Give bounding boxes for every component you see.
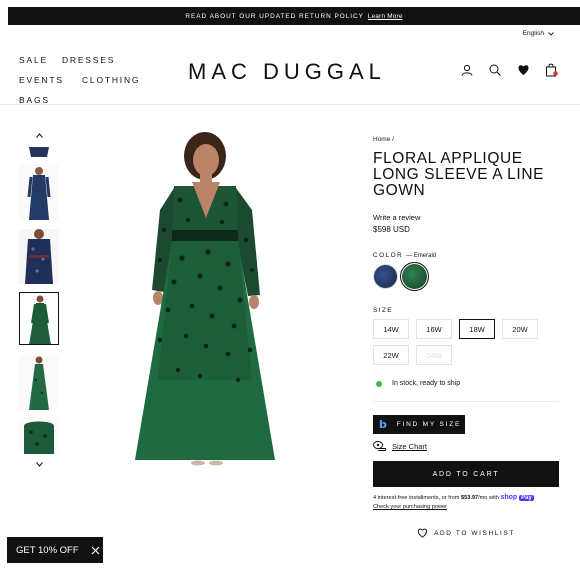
bag-icon[interactable]	[544, 63, 558, 77]
size-option-16w[interactable]: 16W	[416, 319, 452, 339]
breadcrumb[interactable]: Home /	[373, 136, 563, 143]
thumbnail-4[interactable]	[19, 292, 59, 345]
brand-logo[interactable]: MAC DUGGAL	[188, 59, 386, 85]
size-label: SIZE	[373, 307, 394, 314]
chevron-down-icon	[35, 462, 43, 467]
promo-popup[interactable]: GET 10% OFF	[7, 537, 103, 563]
product-title: FLORAL APPLIQUE LONG SLEEVE A LINE GOWN	[373, 150, 545, 199]
thumbnail-5[interactable]	[19, 355, 59, 410]
stock-text: In stock, ready to ship	[392, 380, 461, 387]
size-chart-row[interactable]: Size Chart	[373, 441, 563, 451]
chevron-up-icon	[35, 133, 43, 138]
thumbnail-3[interactable]	[19, 229, 59, 284]
size-option-20w[interactable]: 20W	[502, 319, 538, 339]
wishlist-label: ADD TO WISHLIST	[434, 529, 515, 537]
thumbnail-2[interactable]	[19, 165, 59, 220]
installments-suffix: /mo with	[478, 495, 499, 501]
find-my-size-label: FIND MY SIZE	[396, 421, 462, 428]
add-to-cart-button[interactable]: ADD TO CART	[373, 461, 559, 487]
user-icon[interactable]	[460, 63, 474, 77]
nav-item-dresses[interactable]: DRESSES	[62, 55, 115, 65]
tape-measure-icon	[373, 441, 386, 451]
installments-info: 4 interest-free installments, or from $5…	[373, 493, 563, 512]
search-icon[interactable]	[488, 63, 502, 77]
write-review-link[interactable]: Write a review	[373, 213, 563, 222]
swatch-navy[interactable]	[373, 264, 398, 289]
language-selector[interactable]: English	[523, 30, 554, 37]
swatch-emerald[interactable]	[400, 262, 429, 291]
product-price: $598 USD	[373, 225, 410, 234]
nav-item-events[interactable]: EVENTS	[19, 75, 64, 85]
thumb-prev-button[interactable]	[18, 131, 60, 140]
heart-outline-icon	[418, 528, 428, 538]
promo-text: GET 10% OFF	[16, 544, 79, 556]
header-divider	[0, 104, 580, 105]
size-option-14w[interactable]: 14W	[373, 319, 409, 339]
nav-item-sale[interactable]: SALE	[19, 55, 48, 65]
installments-amount: $53.97	[460, 495, 479, 501]
language-label: English	[522, 30, 544, 37]
find-my-size-button[interactable]: b FIND MY SIZE	[373, 415, 465, 434]
color-swatches	[373, 262, 563, 291]
thumbnail-1[interactable]	[19, 146, 59, 158]
size-option-24w: 24W	[416, 345, 452, 365]
shop-pay-shop: shop	[500, 494, 518, 501]
announcement-bar: READ ABOUT OUR UPDATED RETURN POLICY Lea…	[8, 7, 580, 25]
purchasing-power-link[interactable]: Check your purchasing power	[373, 504, 447, 510]
size-options: 14W 16W 18W 20W 22W 24W	[373, 319, 553, 365]
color-label-row: COLOR — Emerald	[373, 252, 563, 259]
b-logo-icon: b	[379, 418, 389, 431]
size-chart-link: Size Chart	[392, 441, 428, 451]
main-product-image	[130, 130, 280, 470]
size-option-18w[interactable]: 18W	[459, 319, 495, 339]
add-to-wishlist-button[interactable]: ADD TO WISHLIST	[373, 528, 559, 538]
shop-pay-pay: Pay	[519, 495, 534, 501]
shop-pay-logo-icon: shop Pay	[500, 494, 534, 501]
info-divider	[373, 401, 559, 402]
product-info: Home / FLORAL APPLIQUE LONG SLEEVE A LIN…	[373, 136, 563, 538]
chevron-down-icon	[548, 31, 554, 36]
color-selected-name: — Emerald	[406, 253, 437, 259]
stock-status: In stock, ready to ship	[376, 380, 563, 387]
close-icon[interactable]	[91, 546, 100, 555]
color-label: COLOR	[373, 252, 404, 259]
announcement-text: READ ABOUT OUR UPDATED RETURN POLICY	[185, 12, 364, 20]
heart-icon[interactable]	[516, 63, 530, 77]
learn-more-link[interactable]: Learn More	[368, 13, 403, 20]
in-stock-dot-icon	[376, 380, 382, 387]
installments-prefix: 4 interest-free installments, or from	[373, 495, 460, 501]
header-icons	[460, 63, 558, 77]
thumbnail-6[interactable]	[19, 418, 59, 454]
size-option-22w[interactable]: 22W	[373, 345, 409, 365]
main-nav: SALE DRESSESEVENTS CLOTHINGBAGS	[19, 55, 169, 115]
thumb-next-button[interactable]	[18, 460, 60, 469]
nav-item-clothing[interactable]: CLOTHING	[82, 75, 140, 85]
